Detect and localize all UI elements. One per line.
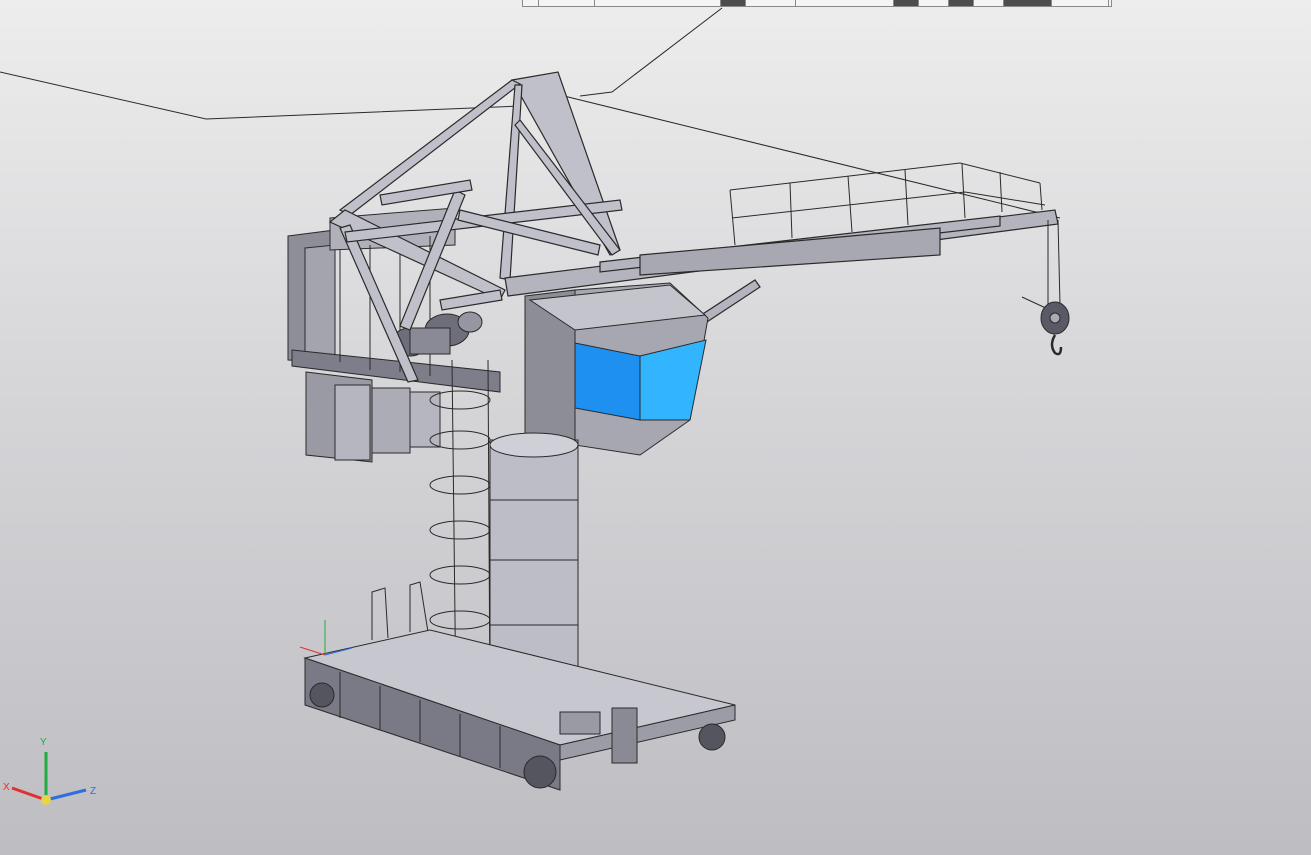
crane-model[interactable]: Y X Z [0,0,1311,855]
z-axis-arrow [45,788,87,802]
leader-line [0,71,521,120]
leader-line [559,94,1061,219]
local-origin-marker [299,620,353,656]
leader-line [579,7,723,97]
operator-cabin [524,282,709,456]
3d-viewport[interactable]: Y X Z [0,0,1311,855]
z-axis-label: Z [90,786,96,797]
y-axis-label: Y [40,737,47,748]
base-platform [303,629,736,791]
axis-triad: Y X Z [3,737,96,805]
origin-dot [41,795,51,805]
x-axis-arrow [11,786,47,802]
hook-block [1021,219,1070,356]
x-axis-label: X [3,782,10,793]
